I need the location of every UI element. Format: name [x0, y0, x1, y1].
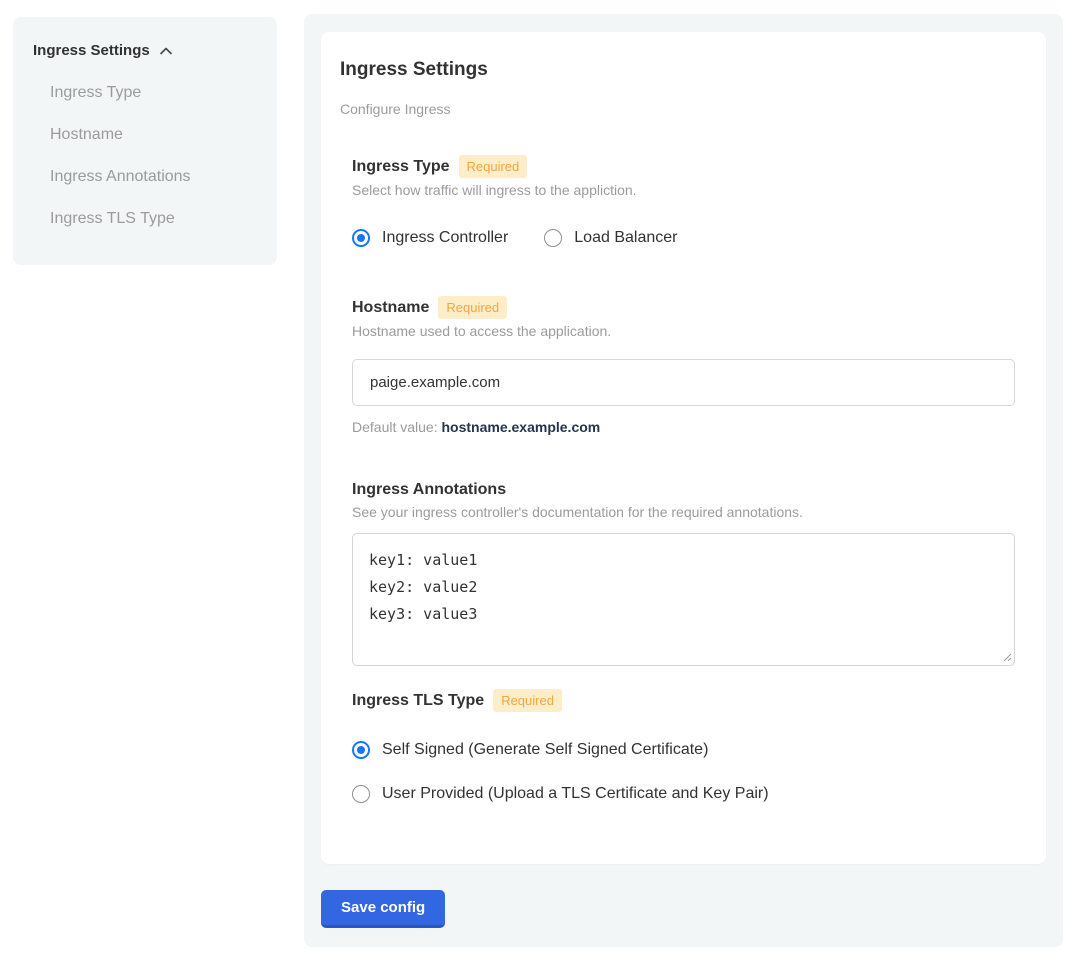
hostname-label: Hostname	[352, 298, 429, 318]
radio-button-icon[interactable]	[352, 229, 370, 247]
hostname-input[interactable]	[352, 359, 1015, 406]
hostname-help: Hostname used to access the application.	[352, 323, 1015, 340]
radio-button-icon[interactable]	[352, 785, 370, 803]
card-subtitle: Configure Ingress	[340, 101, 1015, 118]
group-hostname: Hostname Required Hostname used to acces…	[352, 296, 1015, 436]
sidebar-item-ingress-tls-type[interactable]: Ingress TLS Type	[50, 208, 257, 230]
group-ingress-tls-type: Ingress TLS Type Required Self Signed (G…	[352, 689, 1015, 804]
config-card: Ingress Settings Configure Ingress Ingre…	[321, 32, 1046, 864]
chevron-up-icon	[158, 43, 174, 59]
group-ingress-annotations: Ingress Annotations See your ingress con…	[352, 480, 1015, 666]
hostname-label-row: Hostname Required	[352, 296, 1015, 319]
radio-ingress-controller[interactable]: Ingress Controller	[352, 228, 508, 248]
radio-button-icon[interactable]	[352, 741, 370, 759]
save-config-button[interactable]: Save config	[321, 890, 445, 928]
radio-label: Load Balancer	[574, 228, 677, 248]
default-value-prefix: Default value:	[352, 419, 442, 435]
default-value-text: hostname.example.com	[442, 419, 601, 435]
tls-type-label-row: Ingress TLS Type Required	[352, 689, 1015, 712]
ingress-type-label-row: Ingress Type Required	[352, 155, 1015, 178]
radio-label: Self Signed (Generate Self Signed Certif…	[382, 740, 708, 760]
ingress-type-label: Ingress Type	[352, 157, 450, 177]
radio-user-provided[interactable]: User Provided (Upload a TLS Certificate …	[352, 784, 1015, 804]
group-ingress-type: Ingress Type Required Select how traffic…	[352, 155, 1015, 248]
ingress-type-help: Select how traffic will ingress to the a…	[352, 182, 1015, 199]
hostname-default-line: Default value: hostname.example.com	[352, 419, 1015, 436]
radio-button-icon[interactable]	[544, 229, 562, 247]
sidebar-group-label: Ingress Settings	[33, 41, 150, 61]
required-badge: Required	[438, 296, 507, 319]
annotations-textarea[interactable]: key1: value1 key2: value2 key3: value3	[352, 533, 1015, 666]
config-groups: Ingress Type Required Select how traffic…	[352, 155, 1015, 804]
radio-self-signed[interactable]: Self Signed (Generate Self Signed Certif…	[352, 740, 1015, 760]
card-title: Ingress Settings	[340, 58, 1015, 82]
radio-load-balancer[interactable]: Load Balancer	[544, 228, 677, 248]
sidebar-item-hostname[interactable]: Hostname	[50, 124, 257, 146]
required-badge: Required	[493, 689, 562, 712]
radio-label: User Provided (Upload a TLS Certificate …	[382, 784, 769, 804]
sidebar-group-ingress-settings[interactable]: Ingress Settings	[33, 41, 257, 61]
annotations-label: Ingress Annotations	[352, 480, 506, 500]
sidebar-item-ingress-annotations[interactable]: Ingress Annotations	[50, 166, 257, 188]
page: Ingress Settings Ingress Type Hostname I…	[0, 0, 1090, 947]
sidebar-item-ingress-type[interactable]: Ingress Type	[50, 82, 257, 104]
required-badge: Required	[459, 155, 528, 178]
radio-label: Ingress Controller	[382, 228, 508, 248]
ingress-type-options: Ingress Controller Load Balancer	[352, 228, 1015, 248]
config-nav-sidebar: Ingress Settings Ingress Type Hostname I…	[13, 17, 277, 265]
annotations-label-row: Ingress Annotations	[352, 480, 1015, 500]
config-panel: Ingress Settings Configure Ingress Ingre…	[304, 14, 1063, 947]
tls-type-options: Self Signed (Generate Self Signed Certif…	[352, 740, 1015, 804]
annotations-textarea-wrap: key1: value1 key2: value2 key3: value3	[352, 533, 1015, 666]
annotations-help: See your ingress controller's documentat…	[352, 504, 1015, 521]
tls-type-label: Ingress TLS Type	[352, 691, 484, 711]
resize-handle-icon[interactable]	[1002, 652, 1012, 662]
